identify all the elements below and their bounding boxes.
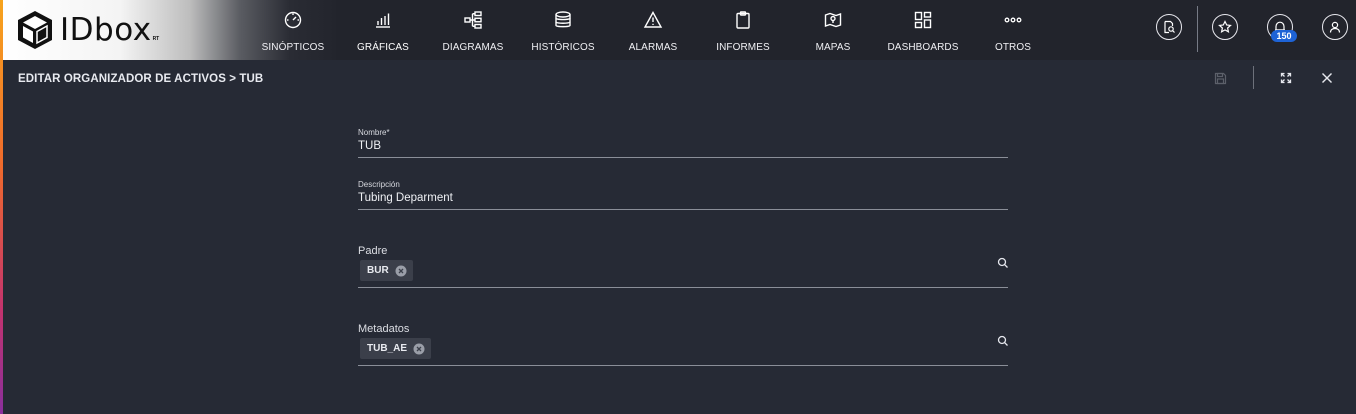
nav-item-diagramas[interactable]: DIAGRAMAS — [428, 0, 518, 60]
metadatos-label: Metadatos — [358, 323, 410, 335]
close-icon — [1322, 73, 1332, 83]
nav-label: DASHBOARDS — [887, 42, 959, 53]
descripcion-label: Descripción — [358, 180, 400, 189]
nombre-label: Nombre* — [358, 128, 390, 137]
close-button[interactable] — [1317, 68, 1337, 88]
nav-item-mapas[interactable]: MAPAS — [788, 0, 878, 60]
warning-icon — [643, 11, 663, 28]
nav-item-graficas[interactable]: GRÁFICAS — [338, 0, 428, 60]
accent-bar — [0, 0, 3, 414]
remove-chip-icon[interactable] — [413, 343, 425, 355]
header-divider — [1197, 6, 1198, 52]
dashboard-grid-icon — [914, 11, 932, 29]
favorites-button[interactable] — [1212, 14, 1238, 40]
chip-label: BUR — [367, 265, 389, 276]
descripcion-field[interactable]: Descripción Tubing Deparment — [358, 180, 1008, 210]
clipboard-icon — [736, 11, 750, 29]
database-icon — [555, 11, 571, 28]
top-navigation-bar: IDbox RT SINÓPTICOS GRÁFICAS DIAGRAMAS H… — [0, 0, 1356, 60]
metadatos-field: Metadatos TUB_AE — [358, 323, 1008, 366]
map-icon — [824, 12, 842, 28]
brand-suffix: RT — [152, 36, 160, 42]
bar-chart-icon — [376, 13, 390, 28]
nav-item-sinopticos[interactable]: SINÓPTICOS — [248, 0, 338, 60]
nav-label: SINÓPTICOS — [261, 42, 325, 53]
toolbar-divider — [1253, 66, 1254, 89]
notifications-badge: 150 — [1271, 30, 1297, 42]
save-icon — [1214, 72, 1226, 84]
nav-item-alarmas[interactable]: ALARMAS — [608, 0, 698, 60]
metadatos-chip[interactable]: TUB_AE — [360, 338, 432, 359]
padre-search-icon[interactable] — [996, 256, 1010, 270]
metadatos-search-icon[interactable] — [996, 334, 1010, 348]
padre-label: Padre — [358, 245, 388, 257]
user-icon — [1329, 21, 1341, 33]
tree-diagram-icon — [464, 11, 482, 29]
padre-chip[interactable]: BUR — [360, 260, 413, 281]
nav-label: OTROS — [994, 42, 1032, 53]
padre-field: Padre BUR — [358, 245, 1008, 288]
save-button[interactable] — [1210, 68, 1230, 88]
star-icon — [1218, 20, 1232, 33]
nav-item-informes[interactable]: INFORMES — [698, 0, 788, 60]
nav-label: MAPAS — [815, 42, 851, 53]
descripcion-input[interactable]: Tubing Deparment — [358, 192, 1008, 204]
nav-label: ALARMAS — [628, 42, 678, 53]
nav-label: GRÁFICAS — [357, 42, 409, 53]
brand-logo[interactable]: IDbox RT — [16, 8, 159, 52]
nav-item-historicos[interactable]: HISTÓRICOS — [518, 0, 608, 60]
chip-label: TUB_AE — [367, 343, 408, 354]
nombre-input[interactable]: TUB — [358, 140, 1008, 152]
brand-name: IDbox — [60, 12, 152, 48]
user-profile-button[interactable] — [1322, 14, 1348, 40]
more-dots-icon — [1004, 17, 1022, 23]
expand-icon — [1280, 72, 1292, 84]
nav-item-dashboards[interactable]: DASHBOARDS — [878, 0, 968, 60]
nav-label: INFORMES — [716, 42, 770, 53]
asset-search-button[interactable] — [1156, 14, 1182, 40]
expand-button[interactable] — [1276, 68, 1296, 88]
nombre-field[interactable]: Nombre* TUB — [358, 128, 1008, 158]
speedometer-icon — [284, 11, 302, 29]
cube-logo-icon — [18, 11, 52, 49]
remove-chip-icon[interactable] — [395, 265, 407, 277]
document-search-icon — [1164, 20, 1175, 34]
nav-label: HISTÓRICOS — [531, 42, 595, 53]
page-title: EDITAR ORGANIZADOR DE ACTIVOS > TUB — [18, 73, 264, 85]
nav-label: DIAGRAMAS — [442, 42, 504, 53]
nav-item-otros[interactable]: OTROS — [968, 0, 1058, 60]
